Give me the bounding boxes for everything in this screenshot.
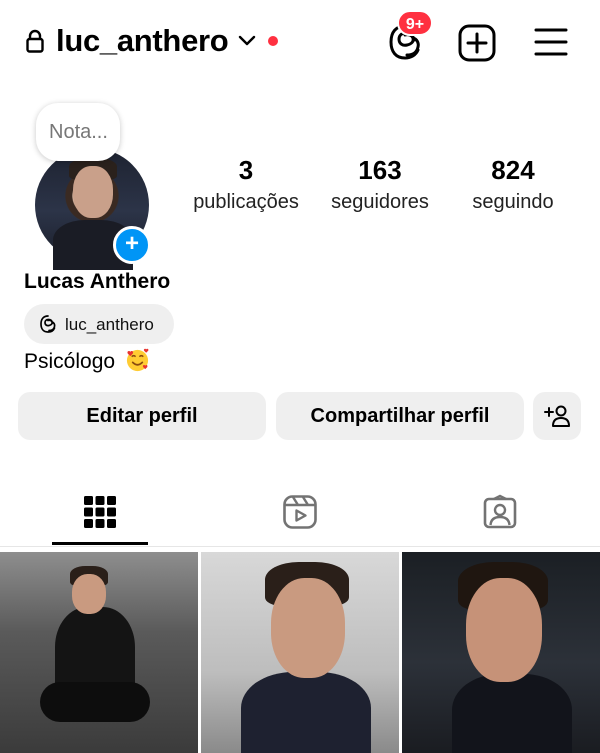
posts-grid	[0, 552, 600, 753]
post-thumbnail[interactable]	[201, 552, 399, 753]
stat-posts-label: publicações	[193, 191, 299, 213]
threads-small-icon	[40, 315, 56, 333]
stat-posts-value: 3	[238, 155, 254, 185]
lock-icon	[26, 29, 44, 53]
tabs-divider	[0, 546, 600, 547]
bio-text: Psicólogo	[24, 350, 116, 373]
stat-followers-value: 163	[358, 155, 402, 185]
profile-full-name: Lucas Anthero	[24, 270, 171, 293]
menu-icon[interactable]	[533, 25, 569, 59]
add-story-plus-icon[interactable]: +	[113, 226, 151, 264]
tab-posts-grid[interactable]	[0, 478, 200, 546]
profile-bio: Psicólogo	[24, 348, 150, 374]
chevron-down-icon[interactable]	[237, 34, 257, 48]
notification-badge: 9+	[397, 10, 433, 36]
stat-posts[interactable]: 3 publicações	[186, 155, 306, 215]
stat-followers[interactable]: 163 seguidores	[322, 155, 438, 215]
smiling-face-with-hearts-icon	[126, 348, 149, 372]
account-status-dot	[268, 36, 278, 46]
tab-tagged[interactable]	[400, 478, 600, 546]
note-placeholder: Nota...	[49, 121, 108, 143]
top-bar: luc_anthero 9+	[0, 0, 600, 84]
stat-following-label: seguindo	[472, 191, 554, 213]
stat-followers-label: seguidores	[331, 191, 429, 213]
edit-profile-button[interactable]: Editar perfil	[18, 392, 266, 440]
profile-tabs	[0, 478, 600, 546]
active-tab-indicator	[52, 542, 148, 545]
tagged-icon	[483, 494, 517, 529]
tab-reels[interactable]	[200, 478, 400, 546]
grid-icon	[84, 496, 116, 528]
post-thumbnail[interactable]	[402, 552, 600, 753]
account-username[interactable]: luc_anthero	[56, 23, 229, 59]
reels-icon	[283, 495, 317, 529]
post-thumbnail[interactable]	[0, 552, 198, 753]
threads-handle: luc_anthero	[65, 315, 154, 334]
threads-profile-link[interactable]: luc_anthero	[24, 304, 174, 344]
add-person-icon	[544, 405, 570, 427]
stat-following-value: 824	[491, 155, 535, 185]
note-bubble[interactable]: Nota...	[36, 103, 120, 161]
discover-people-button[interactable]	[533, 392, 581, 440]
create-post-icon[interactable]	[458, 24, 496, 62]
share-profile-button[interactable]: Compartilhar perfil	[276, 392, 524, 440]
stat-following[interactable]: 824 seguindo	[458, 155, 568, 215]
